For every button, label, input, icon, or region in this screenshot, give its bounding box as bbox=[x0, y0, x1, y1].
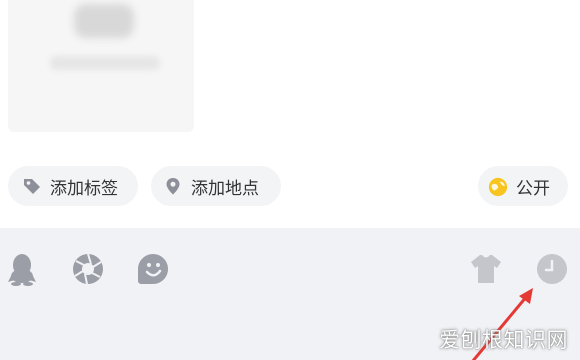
visibility-button[interactable]: 公开 bbox=[478, 166, 568, 206]
history-button[interactable] bbox=[535, 252, 569, 286]
location-pin-icon bbox=[163, 176, 183, 196]
blurred-image-caption bbox=[50, 56, 160, 70]
visibility-label: 公开 bbox=[516, 178, 550, 199]
tshirt-icon bbox=[471, 255, 501, 283]
outfit-button[interactable] bbox=[469, 252, 503, 286]
image-thumbnail[interactable] bbox=[8, 0, 194, 132]
post-editor-area: 添加标签 添加地点 公开 bbox=[0, 0, 580, 228]
emoji-button[interactable] bbox=[136, 252, 170, 286]
add-tag-button[interactable]: 添加标签 bbox=[8, 166, 138, 206]
add-location-button[interactable]: 添加地点 bbox=[151, 166, 281, 206]
clock-icon bbox=[537, 254, 567, 284]
add-location-label: 添加地点 bbox=[191, 178, 259, 199]
add-tag-label: 添加标签 bbox=[50, 178, 118, 199]
camera-button[interactable] bbox=[71, 252, 105, 286]
qq-icon bbox=[8, 254, 36, 286]
blurred-image-content bbox=[74, 4, 134, 38]
public-globe-icon bbox=[488, 176, 508, 197]
emoji-icon bbox=[138, 254, 168, 284]
camera-shutter-icon bbox=[73, 253, 103, 285]
qq-button[interactable] bbox=[5, 252, 39, 286]
watermark-text: 爱刨根知识网 bbox=[439, 328, 568, 352]
tag-icon bbox=[22, 176, 42, 196]
